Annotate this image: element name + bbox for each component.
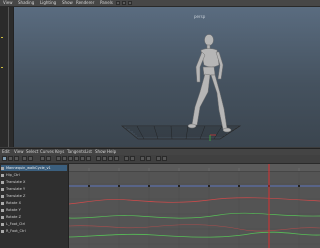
outliner-item[interactable]: Rotate Z: [1, 214, 67, 220]
node-icon: [1, 194, 4, 198]
tangent-clamped-icon[interactable]: [62, 156, 67, 161]
outliner-item[interactable]: Hip_Ctrl: [1, 172, 67, 178]
frame-selection-icon[interactable]: [46, 156, 51, 161]
tangent-step-icon[interactable]: [80, 156, 85, 161]
node-icon: [1, 180, 4, 184]
lattice-icon[interactable]: [14, 156, 19, 161]
ground-grid: [121, 125, 242, 140]
node-icon: [1, 215, 4, 219]
node-icon: [1, 222, 4, 226]
node-icon: [1, 187, 4, 191]
toolbar-icon[interactable]: [122, 1, 126, 5]
tool-marker: [1, 67, 3, 68]
menu-show[interactable]: Show: [62, 0, 73, 6]
graph-outliner: Mannequin_walkCycle_v1 Hip_Ctrl Translat…: [0, 164, 69, 248]
time-field-icon[interactable]: [28, 156, 33, 161]
3d-viewport[interactable]: persp: [14, 7, 320, 147]
outliner-item[interactable]: Mannequin_walkCycle_v1: [1, 165, 67, 171]
node-icon: [1, 229, 4, 233]
outliner-item[interactable]: Translate Y: [1, 186, 67, 192]
lock-weight-icon[interactable]: [114, 156, 119, 161]
curve-rotate-z: [69, 231, 320, 238]
tool-box-strip: [0, 7, 14, 147]
menu-shading[interactable]: Shading: [18, 0, 34, 6]
viewport-menubar: View Shading Lighting Show Renderer Pane…: [0, 0, 320, 7]
node-icon: [1, 173, 4, 177]
outliner-item[interactable]: Rotate X: [1, 200, 67, 206]
outliner-item[interactable]: Rotate Y: [1, 207, 67, 213]
normalize-icon[interactable]: [140, 156, 145, 161]
frame-all-icon[interactable]: [40, 156, 45, 161]
graph-curve-area[interactable]: [69, 164, 320, 248]
outliner-item[interactable]: L_Foot_Ctrl: [1, 221, 67, 227]
graph-grid: [69, 172, 320, 248]
move-key-icon[interactable]: [2, 156, 7, 161]
node-icon: [1, 208, 4, 212]
unify-tangents-icon[interactable]: [102, 156, 107, 161]
outliner-item[interactable]: Translate Z: [1, 193, 67, 199]
swap-buffer-icon[interactable]: [130, 156, 135, 161]
scene-svg: [121, 34, 242, 141]
trax-editor-icon[interactable]: [162, 156, 167, 161]
value-field-icon[interactable]: [22, 156, 27, 161]
outliner-item[interactable]: R_Foot_Ctrl: [1, 228, 67, 234]
curve-translate-x: [69, 197, 320, 205]
mannequin-figure: [187, 34, 232, 133]
menu-renderer[interactable]: Renderer: [76, 0, 94, 6]
break-tangents-icon[interactable]: [96, 156, 101, 161]
buffer-curve-icon[interactable]: [124, 156, 129, 161]
menu-panels[interactable]: Panels: [100, 0, 113, 6]
node-icon: [1, 201, 4, 205]
node-icon: [1, 166, 4, 170]
curve-rotate-x: [69, 224, 320, 232]
tangent-linear-icon[interactable]: [68, 156, 73, 161]
denormalize-icon[interactable]: [146, 156, 151, 161]
tool-marker: [1, 37, 3, 38]
tangent-flat-icon[interactable]: [74, 156, 79, 161]
free-weight-icon[interactable]: [108, 156, 113, 161]
tangent-spline-icon[interactable]: [56, 156, 61, 161]
graph-editor-toolbar: [0, 155, 320, 164]
ruler-ticks: [88, 168, 300, 171]
toolbar-icon[interactable]: [116, 1, 120, 5]
outliner-item[interactable]: Translate X: [1, 179, 67, 185]
curves-svg: [69, 164, 320, 248]
dope-sheet-icon[interactable]: [156, 156, 161, 161]
menu-lighting[interactable]: Lighting: [40, 0, 56, 6]
graph-editor-panel: Edit View Select Curves Keys Tangents Li…: [0, 148, 320, 248]
divider: [8, 7, 9, 147]
insert-key-icon[interactable]: [8, 156, 13, 161]
menu-view[interactable]: View: [3, 0, 13, 6]
tangent-plateau-icon[interactable]: [86, 156, 91, 161]
toolbar-icon[interactable]: [128, 1, 132, 5]
